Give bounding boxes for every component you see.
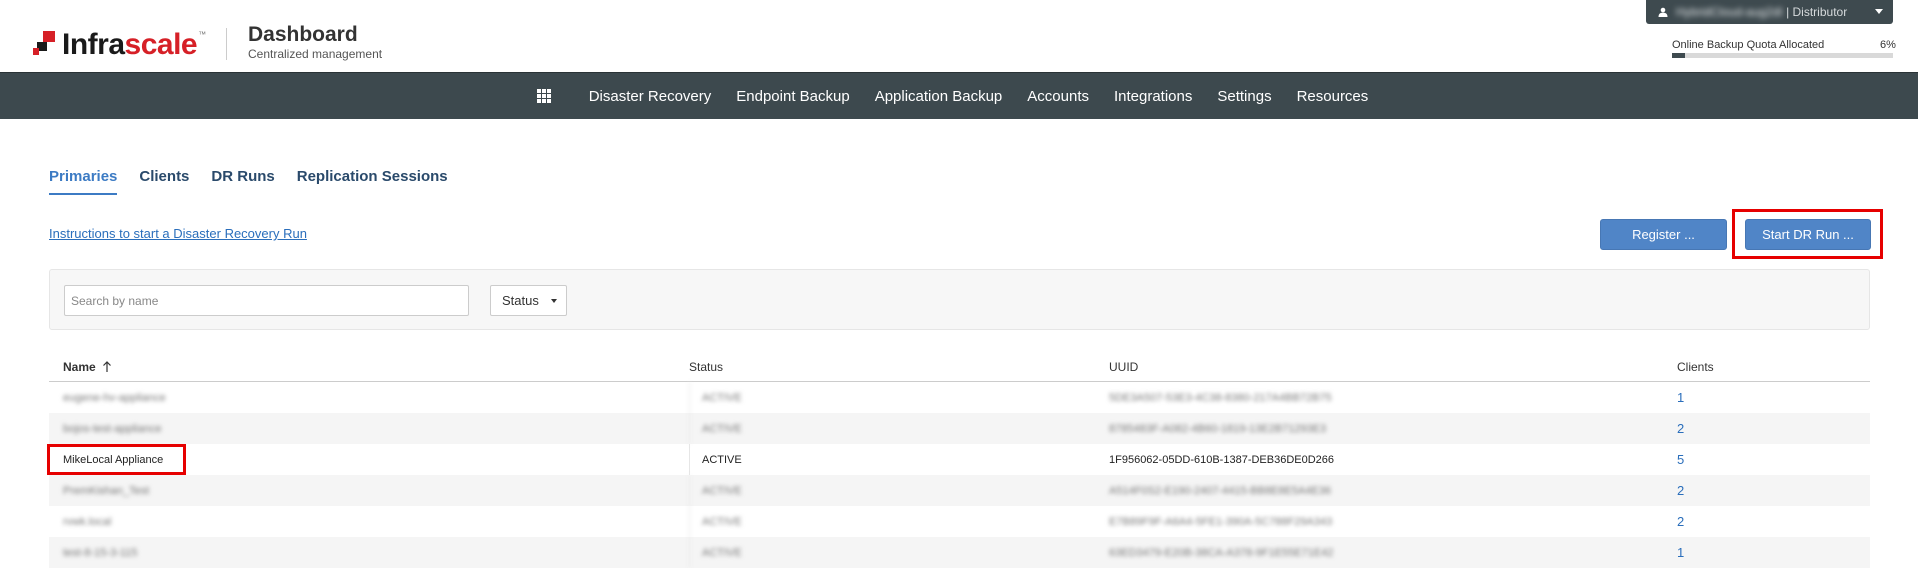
nav-item-disaster-recovery[interactable]: Disaster Recovery <box>576 88 724 105</box>
row-name[interactable]: test-8-15-3-115 <box>49 547 689 559</box>
highlight-box-start-dr-run <box>1732 209 1883 259</box>
column-header-status[interactable]: Status <box>689 360 1109 374</box>
nav-item-accounts[interactable]: Accounts <box>1015 88 1102 105</box>
header-divider <box>226 28 227 60</box>
row-clients-link[interactable]: 2 <box>1677 514 1684 529</box>
logo-text: Infrascale <box>62 28 198 61</box>
row-name[interactable]: bojos-test-appliance <box>49 423 689 435</box>
highlight-box-mikelocal-row <box>47 444 186 475</box>
row-uuid: E7B89F9F-A6A4-5FE1-390A-5C788F29A343 <box>1109 515 1333 528</box>
page-title: Dashboard <box>248 23 358 46</box>
table-row[interactable]: PremKishan_Test ACTIVE A514F0S2-E190-240… <box>49 475 1870 506</box>
row-uuid: A514F0S2-E190-2407-4415-BB8E8E5A4E36 <box>1109 484 1331 497</box>
row-uuid: 1F956062-05DD-610B-1387-DEB36DE0D266 <box>1109 453 1335 466</box>
caret-down-icon <box>551 299 557 303</box>
row-status: ACTIVE <box>689 382 742 413</box>
user-role: | Distributor <box>1786 5 1848 19</box>
row-clients-link[interactable]: 1 <box>1677 545 1684 560</box>
row-clients-link[interactable]: 2 <box>1677 421 1684 436</box>
tab-clients[interactable]: Clients <box>139 168 189 195</box>
status-filter-dropdown[interactable]: Status <box>490 285 567 316</box>
row-name[interactable]: eugene-hv-appliance <box>49 392 689 404</box>
row-status: ACTIVE <box>689 506 742 537</box>
quota-label: Online Backup Quota Allocated <box>1672 39 1825 51</box>
primaries-table: Name Status UUID Clients eugene-hv-appli… <box>49 352 1870 568</box>
tab-dr-runs[interactable]: DR Runs <box>211 168 274 195</box>
table-row[interactable]: rvwk.local ACTIVE E7B89F9F-A6A4-5FE1-390… <box>49 506 1870 537</box>
infrascale-logo[interactable]: Infrascale ™ <box>33 30 206 60</box>
user-name: HybridCloud-aug2dl <box>1676 5 1783 19</box>
quota-progress-bar <box>1672 53 1893 58</box>
table-header: Name Status UUID Clients <box>49 352 1870 382</box>
tab-replication-sessions[interactable]: Replication Sessions <box>297 168 448 195</box>
filter-panel: Status <box>49 269 1870 330</box>
tab-bar: Primaries Clients DR Runs Replication Se… <box>49 168 470 195</box>
row-clients-link[interactable]: 1 <box>1677 390 1684 405</box>
table-row[interactable]: eugene-hv-appliance ACTIVE 5DE3A507-53E3… <box>49 382 1870 413</box>
column-header-uuid[interactable]: UUID <box>1109 360 1677 374</box>
nav-item-resources[interactable]: Resources <box>1284 88 1381 105</box>
app-header: Infrascale ™ Dashboard Centralized manag… <box>0 0 1918 72</box>
table-row[interactable]: MikeLocal Appliance ACTIVE 1F956062-05DD… <box>49 444 1870 475</box>
row-status: ACTIVE <box>689 444 742 475</box>
nav-item-settings[interactable]: Settings <box>1205 88 1284 105</box>
row-uuid: 8785483F-A082-4B60-1819-13E2B71293E3 <box>1109 422 1327 435</box>
row-name[interactable]: PremKishan_Test <box>49 485 689 497</box>
table-row[interactable]: test-8-15-3-115 ACTIVE 63ED3479-E20B-38C… <box>49 537 1870 568</box>
tab-primaries[interactable]: Primaries <box>49 168 118 195</box>
row-clients-link[interactable]: 2 <box>1677 483 1684 498</box>
instructions-link[interactable]: Instructions to start a Disaster Recover… <box>49 226 307 241</box>
quota-progress-fill <box>1672 53 1686 58</box>
nav-item-application-backup[interactable]: Application Backup <box>862 88 1015 105</box>
page-subtitle: Centralized management <box>248 47 383 61</box>
nav-item-integrations[interactable]: Integrations <box>1101 88 1204 105</box>
chevron-down-icon <box>1875 9 1883 14</box>
logo-trademark: ™ <box>198 30 207 39</box>
column-header-clients[interactable]: Clients <box>1677 360 1870 374</box>
person-icon <box>1658 7 1668 17</box>
column-header-name[interactable]: Name <box>49 360 689 374</box>
row-status: ACTIVE <box>689 475 742 506</box>
row-status: ACTIVE <box>689 537 742 568</box>
row-uuid: 5DE3A507-53E3-4C38-8380-217A4BB72B75 <box>1109 391 1332 404</box>
nav-item-endpoint-backup[interactable]: Endpoint Backup <box>724 88 862 105</box>
logo-mark-icon <box>33 31 59 59</box>
row-clients-link[interactable]: 5 <box>1677 452 1684 467</box>
status-filter-label: Status <box>502 293 539 308</box>
apps-grid-icon[interactable] <box>537 89 552 103</box>
sort-ascending-icon <box>102 360 111 372</box>
row-status: ACTIVE <box>689 413 742 444</box>
main-navbar: Disaster Recovery Endpoint Backup Applic… <box>0 72 1918 119</box>
table-row[interactable]: bojos-test-appliance ACTIVE 8785483F-A08… <box>49 413 1870 444</box>
user-menu-button[interactable]: HybridCloud-aug2dl | Distributor <box>1646 0 1893 24</box>
row-uuid: 63ED3479-E20B-38CA-A378-9F1E55E71E42 <box>1109 546 1334 559</box>
search-input[interactable] <box>64 285 469 316</box>
quota-value: 6% <box>1880 39 1896 51</box>
register-button[interactable]: Register ... <box>1600 219 1727 250</box>
row-name[interactable]: rvwk.local <box>49 516 689 528</box>
